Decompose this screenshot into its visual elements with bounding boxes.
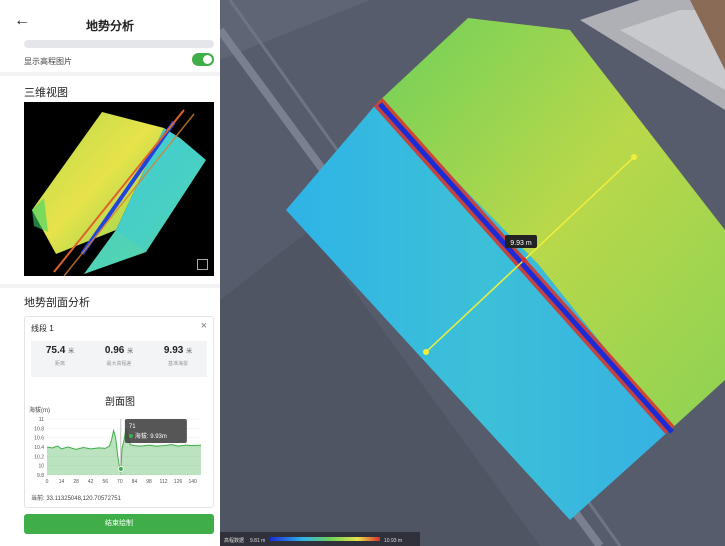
legend-min: 9.81 m — [250, 538, 265, 544]
x-tick-label: 112 — [160, 479, 168, 485]
stat-distance-unit: 米 — [68, 349, 75, 355]
y-tick-label: 11 — [39, 417, 44, 423]
x-tick-label: 14 — [59, 479, 65, 485]
page-title: 地势分析 — [85, 19, 134, 33]
header-divider — [24, 40, 214, 48]
stat-base-elevation-value: 9.93 — [163, 345, 184, 356]
profile-section: 地势剖面分析 线段 1 × 75.4 米 距离 0.96 米 最大高程差 9.9… — [0, 288, 220, 546]
tooltip-x-label: 71 — [129, 424, 136, 430]
stat-distance: 75.4 米 距离 — [31, 345, 89, 367]
y-tick-label: 9.8 — [37, 473, 44, 479]
view3d-title: 三维视图 — [24, 87, 68, 99]
x-tick-label: 28 — [73, 479, 79, 485]
stat-base-elevation-unit: 米 — [186, 349, 193, 355]
expand-icon[interactable] — [197, 259, 208, 270]
tooltip-point — [117, 466, 124, 472]
y-tick-label: 10.2 — [34, 454, 44, 460]
stat-max-diff-unit: 米 — [127, 349, 134, 355]
profile-title: 地势剖面分析 — [24, 297, 90, 309]
x-tick-label: 56 — [102, 479, 108, 485]
tooltip-value-label: 海拔: 9.93m — [135, 432, 167, 440]
stat-distance-value: 75.4 — [45, 345, 66, 356]
stat-max-diff: 0.96 米 最大高程差 — [90, 345, 148, 367]
y-tick-label: 10 — [38, 464, 44, 470]
stat-base-elevation-label: 基准海拔 — [167, 361, 188, 367]
view3d-section: 三维视图 — [0, 76, 220, 284]
stat-base-elevation: 9.93 米 基准海拔 — [149, 345, 207, 367]
show-elevation-row: 显示高程图片 — [0, 48, 220, 72]
stat-max-diff-value: 0.96 — [104, 345, 125, 356]
show-elevation-label: 显示高程图片 — [24, 57, 72, 66]
top-bar: ← 地势分析 — [0, 0, 220, 48]
show-elevation-toggle[interactable] — [192, 53, 214, 66]
y-axis-label: 海拔(m) — [29, 406, 50, 414]
line-label: 9.93 m — [510, 240, 532, 247]
x-tick-label: 0 — [46, 479, 49, 485]
close-icon[interactable]: × — [201, 320, 207, 332]
legend-gradient — [270, 537, 380, 541]
profile-chart[interactable]: 海拔(m) 11 10.8 10.6 10.4 10.2 10 9.80 14 28 42 56 70 8… — [25, 403, 215, 493]
y-tick-label: 10.8 — [34, 426, 44, 432]
y-tick-label: 10.4 — [34, 445, 44, 451]
x-tick-label: 140 — [189, 479, 198, 485]
segment-card: 线段 1 × 75.4 米 距离 0.96 米 最大高程差 9.93 米 基准海… — [24, 316, 214, 508]
x-tick-label: 70 — [117, 479, 123, 485]
stat-max-diff-label: 最大高程差 — [106, 361, 132, 367]
legend-max: 10.93 m — [384, 538, 402, 544]
map-canvas: 9.93 m 高程数据 9.81 m 10.93 m — [220, 0, 725, 546]
tooltip-swatch — [128, 434, 133, 438]
legend-label: 高程数据 — [224, 537, 244, 544]
view3d-canvas[interactable] — [24, 102, 214, 276]
analysis-panel: ← 地势分析 显示高程图片 三维视图 地势剖面分析 线段 1 × 75.4 米 … — [0, 0, 220, 546]
x-tick-label: 126 — [174, 479, 183, 485]
x-tick-label: 98 — [146, 479, 152, 485]
y-tick-label: 10.6 — [34, 436, 44, 442]
end-drawing-button[interactable]: 结束绘制 — [24, 514, 214, 534]
coordinates-text: 当前: 33.11325048,120.70572751 — [31, 496, 121, 502]
x-tick-label: 42 — [88, 479, 94, 485]
view3d-render — [32, 109, 206, 276]
map-view[interactable]: 9.93 m 高程数据 9.81 m 10.93 m — [220, 0, 725, 546]
segment-label: 线段 1 — [31, 324, 54, 333]
x-tick-label: 84 — [132, 479, 138, 485]
stat-distance-label: 距离 — [54, 361, 65, 367]
stats-box: 75.4 米 距离 0.96 米 最大高程差 9.93 米 基准海拔 — [31, 341, 207, 377]
